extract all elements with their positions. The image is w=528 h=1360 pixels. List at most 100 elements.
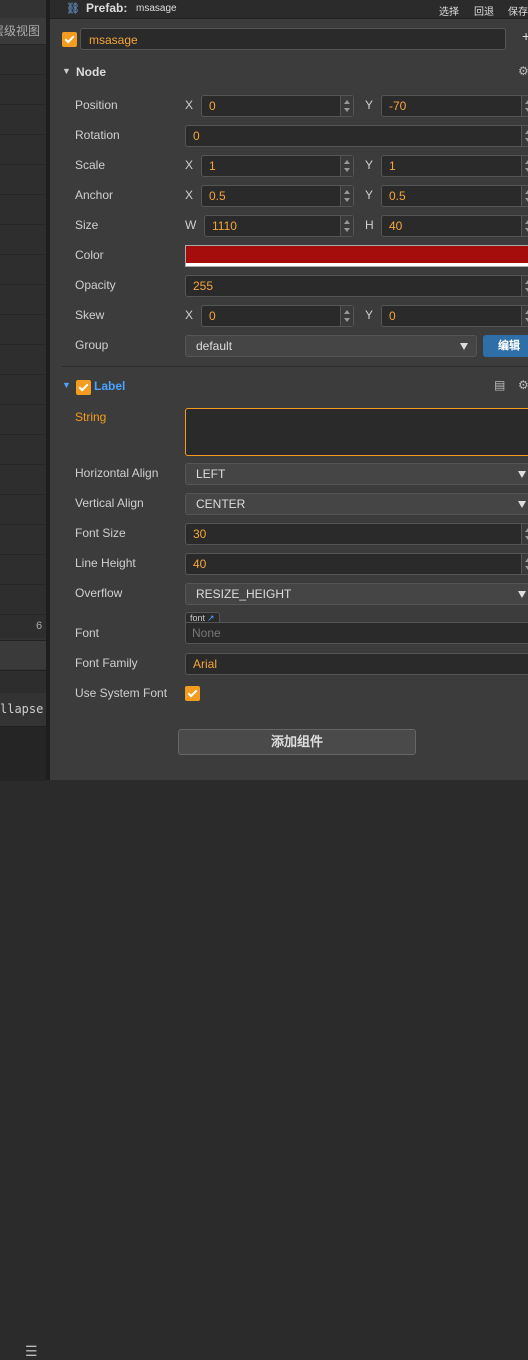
hierarchy-title: 层级视图 <box>0 18 46 44</box>
scale-x-input[interactable]: 1 <box>201 155 354 177</box>
chevron-down-icon <box>518 591 526 598</box>
anchor-y-axis: Y <box>365 188 374 202</box>
revert-button[interactable]: 回退 <box>474 3 494 18</box>
position-x-input[interactable]: 0 <box>201 95 354 117</box>
skew-y-axis: Y <box>365 308 374 322</box>
book-icon[interactable]: ▤ <box>494 378 505 392</box>
anchor-x-input[interactable]: 0.5 <box>201 185 354 207</box>
spinner-icon[interactable] <box>340 186 353 206</box>
anchor-label: Anchor <box>75 188 114 202</box>
label-section-label: Label <box>94 379 126 393</box>
save-button[interactable]: 保存 <box>508 3 528 18</box>
position-label: Position <box>75 98 118 112</box>
font-family-label: Font Family <box>75 656 138 670</box>
skew-label: Skew <box>75 308 105 322</box>
gear-icon[interactable]: ⚙ <box>518 378 528 392</box>
skew-x-input[interactable]: 0 <box>201 305 354 327</box>
inspector-panel: ⛓ Prefab: msasage 选择 回退 保存 msasage + ▼ N… <box>50 0 528 780</box>
size-h-input[interactable]: 40 <box>381 215 528 237</box>
scroll-number: 6 <box>36 620 43 632</box>
spinner-icon[interactable] <box>521 306 528 326</box>
node-active-checkbox[interactable] <box>62 32 77 47</box>
position-y-axis: Y <box>365 98 374 112</box>
opacity-label: Opacity <box>75 278 116 292</box>
font-size-label: Font Size <box>75 526 126 540</box>
string-label: String <box>75 410 107 424</box>
chevron-down-icon <box>518 501 526 508</box>
gear-icon[interactable]: ⚙ <box>518 64 528 78</box>
prefab-bar: ⛓ Prefab: msasage 选择 回退 保存 <box>50 0 528 19</box>
skew-x-axis: X <box>185 308 194 322</box>
select-button[interactable]: 选择 <box>439 3 459 18</box>
spinner-icon[interactable] <box>521 186 528 206</box>
vertical-align-select[interactable]: CENTER <box>185 493 528 515</box>
collapse-text[interactable]: llapse <box>0 702 43 716</box>
add-component-button[interactable]: 添加组件 <box>178 729 416 755</box>
skew-y-input[interactable]: 0 <box>381 305 528 327</box>
vertical-align-label: Vertical Align <box>75 496 144 510</box>
spinner-icon[interactable] <box>521 276 528 296</box>
size-w-axis: W <box>185 218 197 232</box>
size-label: Size <box>75 218 99 232</box>
collapse-arrow-icon[interactable]: ▼ <box>62 380 71 390</box>
anchor-x-axis: X <box>185 188 194 202</box>
scale-y-axis: Y <box>365 158 374 172</box>
scale-y-input[interactable]: 1 <box>381 155 528 177</box>
font-family-input[interactable]: Arial <box>185 653 528 675</box>
position-y-input[interactable]: -70 <box>381 95 528 117</box>
horizontal-align-select[interactable]: LEFT <box>185 463 528 485</box>
scale-x-axis: X <box>185 158 194 172</box>
menu-icon[interactable]: ☰ <box>25 1343 38 1360</box>
scale-label: Scale <box>75 158 106 172</box>
line-height-input[interactable]: 40 <box>185 553 528 575</box>
size-h-axis: H <box>365 218 374 232</box>
spinner-icon[interactable] <box>521 524 528 544</box>
add-icon[interactable]: + <box>522 28 528 44</box>
spinner-icon[interactable] <box>521 126 528 146</box>
chevron-down-icon <box>460 343 468 350</box>
console-toolbar: ☰ <box>0 670 46 1359</box>
spinner-icon[interactable] <box>340 306 353 326</box>
spinner-icon[interactable] <box>521 156 528 176</box>
node-section-header[interactable]: ▼ Node ⚙ <box>62 64 528 84</box>
opacity-input[interactable]: 255 <box>185 275 528 297</box>
horizontal-align-label: Horizontal Align <box>75 466 159 480</box>
node-name-input[interactable]: msasage <box>80 28 506 50</box>
color-label: Color <box>75 248 104 262</box>
node-section-label: Node <box>76 65 106 79</box>
collapse-arrow-icon[interactable]: ▼ <box>62 66 71 76</box>
size-w-input[interactable]: 1110 <box>204 215 354 237</box>
font-label: Font <box>75 626 100 640</box>
font-asset-field[interactable]: None <box>185 622 528 644</box>
spinner-icon[interactable] <box>521 554 528 574</box>
group-edit-button[interactable]: 编辑 <box>483 335 528 357</box>
spinner-icon[interactable] <box>521 96 528 116</box>
prefab-label: Prefab: <box>86 1 128 15</box>
hierarchy-panel: 层级视图 6 ☰ llapse <box>0 0 47 1359</box>
console-area <box>0 726 46 781</box>
spinner-icon[interactable] <box>340 156 353 176</box>
spinner-icon[interactable] <box>521 216 528 236</box>
rotation-label: Rotation <box>75 128 120 142</box>
use-system-font-label: Use System Font <box>75 686 168 700</box>
spinner-icon[interactable] <box>340 216 353 236</box>
rotation-input[interactable]: 0 <box>185 125 528 147</box>
string-textarea[interactable] <box>185 408 528 456</box>
chevron-down-icon <box>518 471 526 478</box>
color-swatch[interactable] <box>185 245 528 267</box>
overflow-select[interactable]: RESIZE_HEIGHT <box>185 583 528 605</box>
use-system-font-checkbox[interactable] <box>185 686 200 701</box>
prefab-icon: ⛓ <box>66 3 80 15</box>
label-section-header[interactable]: ▼ Label ▤ ⚙ <box>62 378 528 398</box>
group-label: Group <box>75 338 109 352</box>
label-enabled-checkbox[interactable] <box>76 380 91 395</box>
line-height-label: Line Height <box>75 556 136 570</box>
hierarchy-bar <box>0 640 46 669</box>
prefab-name: msasage <box>136 3 177 14</box>
anchor-y-input[interactable]: 0.5 <box>381 185 528 207</box>
position-x-axis: X <box>185 98 194 112</box>
spinner-icon[interactable] <box>340 96 353 116</box>
font-size-input[interactable]: 30 <box>185 523 528 545</box>
overflow-label: Overflow <box>75 586 123 600</box>
group-select[interactable]: default <box>185 335 477 357</box>
